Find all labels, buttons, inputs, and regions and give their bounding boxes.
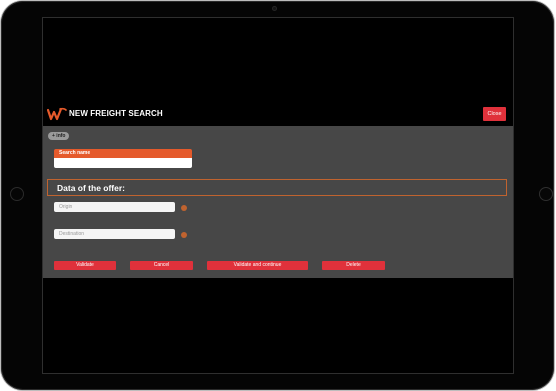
origin-field[interactable] [54,202,175,212]
close-button[interactable]: Close [483,107,506,121]
delete-button[interactable]: Delete [322,261,385,270]
camera-icon [272,6,277,11]
validate-and-continue-button[interactable]: Validate and continue [207,261,308,270]
section-title: Data of the offer: [57,183,125,193]
offer-section-header: Data of the offer: [47,179,507,196]
validate-button[interactable]: Validate [54,261,116,270]
search-name-input[interactable] [54,158,192,168]
form-panel: + info Search name Data of the offer: Va… [43,126,513,278]
app-header: NEW FREIGHT SEARCH Close [43,104,513,126]
cancel-button[interactable]: Cancel [130,261,193,270]
search-name-group: Search name [54,149,192,169]
destination-location-icon[interactable] [181,232,187,238]
origin-location-icon[interactable] [181,205,187,211]
page-title: NEW FREIGHT SEARCH [69,109,163,118]
destination-field[interactable] [54,229,175,239]
home-button[interactable] [539,187,553,201]
logo-icon [47,107,67,121]
info-toggle[interactable]: + info [48,132,70,140]
sensor-icon [10,187,24,201]
search-name-label: Search name [54,149,192,158]
